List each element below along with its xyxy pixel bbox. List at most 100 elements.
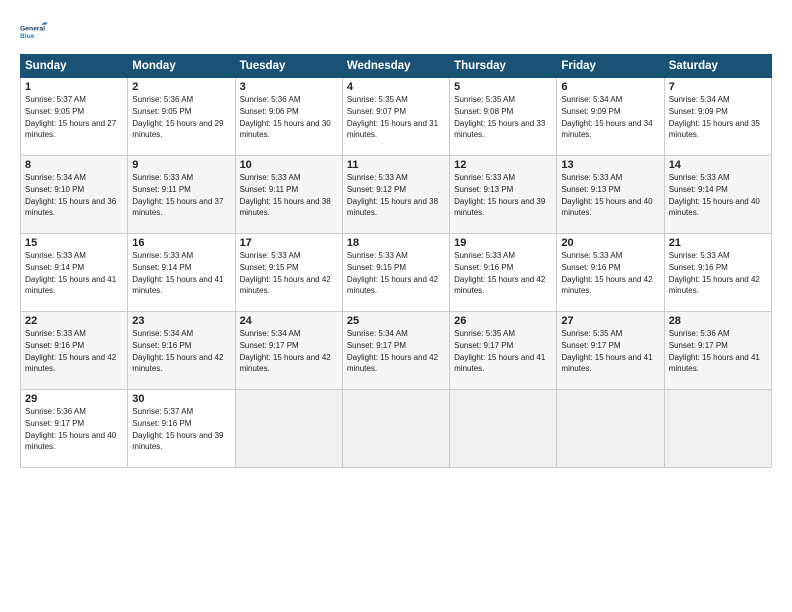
calendar-cell: 1 Sunrise: 5:37 AMSunset: 9:05 PMDayligh… [21, 78, 128, 156]
cell-info: Sunrise: 5:33 AMSunset: 9:16 PMDaylight:… [669, 251, 760, 295]
col-header-tuesday: Tuesday [235, 55, 342, 78]
day-number: 26 [454, 315, 552, 327]
day-number: 20 [561, 237, 659, 249]
day-number: 29 [25, 393, 123, 405]
day-number: 30 [132, 393, 230, 405]
day-number: 2 [132, 81, 230, 93]
calendar-cell [557, 390, 664, 468]
day-number: 1 [25, 81, 123, 93]
calendar-cell: 22 Sunrise: 5:33 AMSunset: 9:16 PMDaylig… [21, 312, 128, 390]
day-number: 14 [669, 159, 767, 171]
calendar-cell: 17 Sunrise: 5:33 AMSunset: 9:15 PMDaylig… [235, 234, 342, 312]
calendar-cell [235, 390, 342, 468]
col-header-sunday: Sunday [21, 55, 128, 78]
cell-info: Sunrise: 5:33 AMSunset: 9:14 PMDaylight:… [669, 173, 760, 217]
cell-info: Sunrise: 5:36 AMSunset: 9:06 PMDaylight:… [240, 95, 331, 139]
cell-info: Sunrise: 5:34 AMSunset: 9:10 PMDaylight:… [25, 173, 116, 217]
day-number: 4 [347, 81, 445, 93]
calendar-cell [664, 390, 771, 468]
calendar-cell: 25 Sunrise: 5:34 AMSunset: 9:17 PMDaylig… [342, 312, 449, 390]
calendar-cell: 14 Sunrise: 5:33 AMSunset: 9:14 PMDaylig… [664, 156, 771, 234]
cell-info: Sunrise: 5:33 AMSunset: 9:13 PMDaylight:… [454, 173, 545, 217]
cell-info: Sunrise: 5:33 AMSunset: 9:14 PMDaylight:… [132, 251, 223, 295]
day-number: 17 [240, 237, 338, 249]
cell-info: Sunrise: 5:33 AMSunset: 9:14 PMDaylight:… [25, 251, 116, 295]
calendar-cell: 6 Sunrise: 5:34 AMSunset: 9:09 PMDayligh… [557, 78, 664, 156]
cell-info: Sunrise: 5:34 AMSunset: 9:09 PMDaylight:… [669, 95, 760, 139]
calendar-cell [342, 390, 449, 468]
cell-info: Sunrise: 5:35 AMSunset: 9:07 PMDaylight:… [347, 95, 438, 139]
day-number: 16 [132, 237, 230, 249]
cell-info: Sunrise: 5:33 AMSunset: 9:15 PMDaylight:… [347, 251, 438, 295]
calendar-cell: 16 Sunrise: 5:33 AMSunset: 9:14 PMDaylig… [128, 234, 235, 312]
day-number: 28 [669, 315, 767, 327]
day-number: 5 [454, 81, 552, 93]
header: General Blue [20, 18, 772, 46]
calendar-week-3: 15 Sunrise: 5:33 AMSunset: 9:14 PMDaylig… [21, 234, 772, 312]
calendar-cell: 29 Sunrise: 5:36 AMSunset: 9:17 PMDaylig… [21, 390, 128, 468]
calendar-cell: 19 Sunrise: 5:33 AMSunset: 9:16 PMDaylig… [450, 234, 557, 312]
calendar-cell [450, 390, 557, 468]
cell-info: Sunrise: 5:33 AMSunset: 9:12 PMDaylight:… [347, 173, 438, 217]
day-number: 13 [561, 159, 659, 171]
cell-info: Sunrise: 5:36 AMSunset: 9:17 PMDaylight:… [669, 329, 760, 373]
cell-info: Sunrise: 5:33 AMSunset: 9:15 PMDaylight:… [240, 251, 331, 295]
svg-text:Blue: Blue [20, 33, 35, 40]
calendar-cell: 12 Sunrise: 5:33 AMSunset: 9:13 PMDaylig… [450, 156, 557, 234]
cell-info: Sunrise: 5:33 AMSunset: 9:11 PMDaylight:… [240, 173, 331, 217]
day-number: 8 [25, 159, 123, 171]
logo: General Blue [20, 18, 48, 46]
day-number: 9 [132, 159, 230, 171]
cell-info: Sunrise: 5:33 AMSunset: 9:16 PMDaylight:… [454, 251, 545, 295]
calendar-cell: 24 Sunrise: 5:34 AMSunset: 9:17 PMDaylig… [235, 312, 342, 390]
header-row: SundayMondayTuesdayWednesdayThursdayFrid… [21, 55, 772, 78]
calendar-table: SundayMondayTuesdayWednesdayThursdayFrid… [20, 54, 772, 468]
calendar-cell: 26 Sunrise: 5:35 AMSunset: 9:17 PMDaylig… [450, 312, 557, 390]
col-header-wednesday: Wednesday [342, 55, 449, 78]
cell-info: Sunrise: 5:36 AMSunset: 9:17 PMDaylight:… [25, 407, 116, 451]
calendar-cell: 8 Sunrise: 5:34 AMSunset: 9:10 PMDayligh… [21, 156, 128, 234]
calendar-cell: 7 Sunrise: 5:34 AMSunset: 9:09 PMDayligh… [664, 78, 771, 156]
cell-info: Sunrise: 5:34 AMSunset: 9:16 PMDaylight:… [132, 329, 223, 373]
calendar-week-1: 1 Sunrise: 5:37 AMSunset: 9:05 PMDayligh… [21, 78, 772, 156]
calendar-cell: 28 Sunrise: 5:36 AMSunset: 9:17 PMDaylig… [664, 312, 771, 390]
day-number: 23 [132, 315, 230, 327]
cell-info: Sunrise: 5:35 AMSunset: 9:17 PMDaylight:… [561, 329, 652, 373]
calendar-page: General Blue SundayMondayTuesdayWednesda… [0, 0, 792, 612]
day-number: 7 [669, 81, 767, 93]
cell-info: Sunrise: 5:34 AMSunset: 9:17 PMDaylight:… [240, 329, 331, 373]
cell-info: Sunrise: 5:33 AMSunset: 9:16 PMDaylight:… [561, 251, 652, 295]
day-number: 27 [561, 315, 659, 327]
calendar-cell: 20 Sunrise: 5:33 AMSunset: 9:16 PMDaylig… [557, 234, 664, 312]
day-number: 21 [669, 237, 767, 249]
calendar-cell: 5 Sunrise: 5:35 AMSunset: 9:08 PMDayligh… [450, 78, 557, 156]
day-number: 22 [25, 315, 123, 327]
day-number: 6 [561, 81, 659, 93]
day-number: 24 [240, 315, 338, 327]
cell-info: Sunrise: 5:35 AMSunset: 9:17 PMDaylight:… [454, 329, 545, 373]
calendar-week-2: 8 Sunrise: 5:34 AMSunset: 9:10 PMDayligh… [21, 156, 772, 234]
day-number: 18 [347, 237, 445, 249]
cell-info: Sunrise: 5:36 AMSunset: 9:05 PMDaylight:… [132, 95, 223, 139]
day-number: 25 [347, 315, 445, 327]
col-header-monday: Monday [128, 55, 235, 78]
day-number: 19 [454, 237, 552, 249]
svg-text:General: General [20, 25, 45, 32]
calendar-cell: 15 Sunrise: 5:33 AMSunset: 9:14 PMDaylig… [21, 234, 128, 312]
calendar-cell: 9 Sunrise: 5:33 AMSunset: 9:11 PMDayligh… [128, 156, 235, 234]
col-header-saturday: Saturday [664, 55, 771, 78]
calendar-cell: 30 Sunrise: 5:37 AMSunset: 9:16 PMDaylig… [128, 390, 235, 468]
calendar-cell: 18 Sunrise: 5:33 AMSunset: 9:15 PMDaylig… [342, 234, 449, 312]
day-number: 11 [347, 159, 445, 171]
calendar-cell: 13 Sunrise: 5:33 AMSunset: 9:13 PMDaylig… [557, 156, 664, 234]
calendar-cell: 23 Sunrise: 5:34 AMSunset: 9:16 PMDaylig… [128, 312, 235, 390]
cell-info: Sunrise: 5:37 AMSunset: 9:16 PMDaylight:… [132, 407, 223, 451]
calendar-cell: 21 Sunrise: 5:33 AMSunset: 9:16 PMDaylig… [664, 234, 771, 312]
cell-info: Sunrise: 5:33 AMSunset: 9:13 PMDaylight:… [561, 173, 652, 217]
calendar-week-4: 22 Sunrise: 5:33 AMSunset: 9:16 PMDaylig… [21, 312, 772, 390]
cell-info: Sunrise: 5:34 AMSunset: 9:17 PMDaylight:… [347, 329, 438, 373]
logo-icon: General Blue [20, 18, 48, 46]
calendar-cell: 10 Sunrise: 5:33 AMSunset: 9:11 PMDaylig… [235, 156, 342, 234]
calendar-cell: 11 Sunrise: 5:33 AMSunset: 9:12 PMDaylig… [342, 156, 449, 234]
calendar-cell: 27 Sunrise: 5:35 AMSunset: 9:17 PMDaylig… [557, 312, 664, 390]
